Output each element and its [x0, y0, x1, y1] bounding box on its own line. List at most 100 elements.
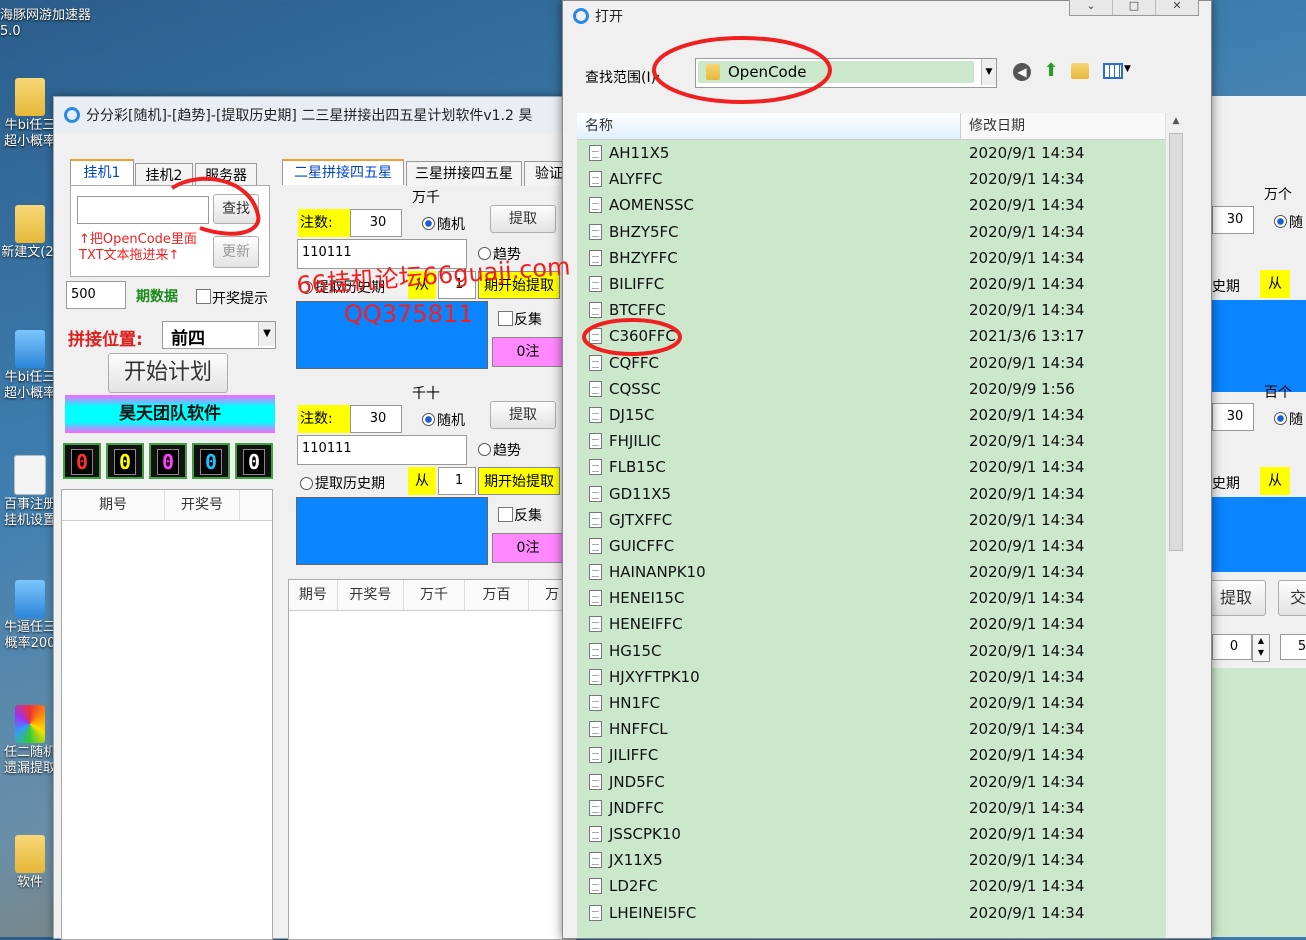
extract-button[interactable]: 提取 — [490, 205, 556, 233]
file-row[interactable]: HENEIFFC 2020/9/1 14:34 — [577, 611, 1165, 637]
history-label: i史期 — [1208, 476, 1240, 492]
main-window-titlebar[interactable]: 分分彩[随机]-[趋势]-[提取历史期] 二三星拼接出四五星计划软件v1.2 昊 — [54, 97, 574, 133]
tab-guaji1[interactable]: 挂机1 — [70, 159, 134, 185]
desktop-icon-folder[interactable]: 软件 — [0, 835, 60, 891]
up-folder-icon[interactable]: ⬆ — [1041, 61, 1061, 81]
column-header-date[interactable]: 修改日期 — [961, 113, 1165, 139]
file-row[interactable]: GJTXFFC 2020/9/1 14:34 — [577, 507, 1165, 533]
from-input[interactable]: 1 — [438, 467, 476, 495]
start-plan-button[interactable]: 开始计划 — [108, 353, 228, 393]
random-radio[interactable] — [422, 413, 435, 426]
random-radio[interactable] — [1274, 412, 1287, 425]
back-icon[interactable]: ◀ — [1013, 63, 1031, 81]
result-box[interactable] — [1206, 497, 1306, 572]
bets-input[interactable]: 30 — [350, 209, 402, 237]
desktop-icon-file[interactable]: 百事注册挂机设置 — [0, 455, 60, 529]
plan-result-grid[interactable]: 期号 开奖号 万千 万百 万 — [288, 579, 576, 940]
desktop-icon-app[interactable]: 牛逼任三概率200 — [0, 580, 60, 652]
file-row[interactable]: FHJILIC 2020/9/1 14:34 — [577, 428, 1165, 454]
extract-button[interactable]: 提取 — [490, 401, 556, 429]
spin-arrows-icon[interactable]: ▲ ▼ — [1252, 634, 1270, 662]
reverse-label: 反集 — [514, 508, 542, 524]
folder-icon — [15, 78, 45, 116]
opencode-path-input[interactable] — [77, 196, 209, 224]
history-radio[interactable] — [300, 477, 313, 490]
file-row[interactable]: AH11X5 2020/9/1 14:34 — [577, 140, 1165, 166]
desktop-icon-folder[interactable]: 牛bi任三超小概率 — [0, 78, 60, 150]
file-row[interactable]: JSSCPK10 2020/9/1 14:34 — [577, 821, 1165, 847]
reverse-checkbox[interactable] — [498, 507, 513, 522]
file-row[interactable]: BILIFFC 2020/9/1 14:34 — [577, 271, 1165, 297]
left-history-grid[interactable]: 期号 开奖号 — [61, 489, 273, 940]
result-box[interactable] — [1206, 300, 1306, 392]
random-radio[interactable] — [422, 217, 435, 230]
close-icon[interactable]: ✕ — [1156, 0, 1198, 15]
file-row[interactable]: HJXYFTPK10 2020/9/1 14:34 — [577, 664, 1165, 690]
desktop-icon-app[interactable]: 任二随机遗漏提取 — [0, 705, 60, 777]
file-row[interactable]: HNFFCL 2020/9/1 14:34 — [577, 716, 1165, 742]
random-radio[interactable] — [1274, 215, 1287, 228]
splice-position-value: 前四 — [171, 329, 205, 349]
search-button[interactable]: 查找 — [213, 194, 259, 224]
file-row[interactable]: GD11X5 2020/9/1 14:34 — [577, 480, 1165, 506]
file-list-scrollbar[interactable]: ▲ — [1165, 113, 1186, 938]
folder-icon — [706, 64, 720, 80]
code-input[interactable]: 110111 — [297, 435, 467, 465]
column-header-name[interactable]: 名称 — [577, 113, 961, 139]
spin-input[interactable]: 0 — [1212, 634, 1252, 660]
file-row[interactable]: JND5FC 2020/9/1 14:34 — [577, 769, 1165, 795]
bets-input[interactable]: 30 — [1212, 403, 1254, 431]
file-row[interactable]: BTCFFC 2020/9/1 14:34 — [577, 297, 1165, 323]
file-row[interactable]: JNDFFC 2020/9/1 14:34 — [577, 795, 1165, 821]
file-row[interactable]: HG15C 2020/9/1 14:34 — [577, 638, 1165, 664]
tab-three-star[interactable]: 三星拼接四五星 — [406, 161, 522, 186]
desktop-icon-folder[interactable]: 新建文(2) — [0, 205, 60, 261]
text-file-icon — [589, 695, 602, 712]
desktop-icon-app[interactable]: 牛bi任三超小概率 — [0, 330, 60, 402]
file-row[interactable]: CQFFC 2020/9/1 14:34 — [577, 350, 1165, 376]
trend-radio[interactable] — [478, 443, 491, 456]
periods-input[interactable]: 500 — [66, 281, 126, 309]
cross-button[interactable]: 交 — [1278, 580, 1306, 616]
file-row[interactable]: DJ15C 2020/9/1 14:34 — [577, 402, 1165, 428]
file-row[interactable]: FLB15C 2020/9/1 14:34 — [577, 454, 1165, 480]
chevron-down-icon[interactable]: ⌄ — [1070, 0, 1113, 15]
maximize-icon[interactable]: □ — [1113, 0, 1156, 15]
new-folder-icon[interactable] — [1071, 63, 1089, 79]
file-row[interactable]: AOMENSSC 2020/9/1 14:34 — [577, 192, 1165, 218]
result-box[interactable] — [296, 497, 488, 565]
secondary-grid[interactable] — [1206, 668, 1306, 937]
file-row[interactable]: HENEI15C 2020/9/1 14:34 — [577, 585, 1165, 611]
file-name-cell: JX11X5 — [577, 847, 961, 873]
look-in-select[interactable]: OpenCode ▼ — [695, 58, 997, 88]
scrollbar-thumb[interactable] — [1169, 133, 1183, 551]
reverse-checkbox[interactable] — [498, 311, 513, 326]
splice-position-select[interactable]: 前四 ▼ — [162, 321, 276, 349]
file-row[interactable]: JILIFFC 2020/9/1 14:34 — [577, 742, 1165, 768]
scroll-up-icon[interactable]: ▲ — [1166, 113, 1186, 129]
update-button[interactable]: 更新 — [213, 236, 259, 268]
file-row[interactable]: BHZYFFC 2020/9/1 14:34 — [577, 245, 1165, 271]
file-row[interactable]: CQSSC 2020/9/9 1:56 — [577, 376, 1165, 402]
file-row[interactable]: HN1FC 2020/9/1 14:34 — [577, 690, 1165, 716]
lottery-hint-checkbox[interactable] — [196, 289, 211, 304]
desktop-icon-app[interactable]: 海豚网游加速器5.0 — [0, 8, 91, 40]
bets-input[interactable]: 30 — [1212, 206, 1254, 234]
file-row[interactable]: LHEINEI5FC 2020/9/1 14:34 — [577, 899, 1165, 925]
spin-input[interactable]: 5 — [1280, 634, 1306, 660]
file-row[interactable]: HAINANPK10 2020/9/1 14:34 — [577, 559, 1165, 585]
file-row[interactable]: LD2FC 2020/9/1 14:34 — [577, 873, 1165, 899]
file-row[interactable]: JX11X5 2020/9/1 14:34 — [577, 847, 1165, 873]
file-list[interactable]: 名称 修改日期 AH11X5 2020/9/1 14:34 ALYFFC 2020/9… — [577, 113, 1165, 938]
file-row[interactable]: BHZY5FC 2020/9/1 14:34 — [577, 219, 1165, 245]
file-name: BTCFFC — [609, 301, 666, 320]
view-menu-icon[interactable] — [1103, 63, 1123, 79]
tab-two-star[interactable]: 二星拼接四五星 — [282, 159, 404, 185]
bets-input[interactable]: 30 — [350, 405, 402, 433]
extract-button[interactable]: 提取 — [1206, 580, 1266, 616]
start-extract-button[interactable]: 期开始提取 — [478, 467, 560, 495]
file-row[interactable]: C360FFC 2021/3/6 13:17 — [577, 323, 1165, 349]
file-row[interactable]: ALYFFC 2020/9/1 14:34 — [577, 166, 1165, 192]
file-name: GD11X5 — [609, 484, 672, 503]
file-row[interactable]: GUICFFC 2020/9/1 14:34 — [577, 533, 1165, 559]
